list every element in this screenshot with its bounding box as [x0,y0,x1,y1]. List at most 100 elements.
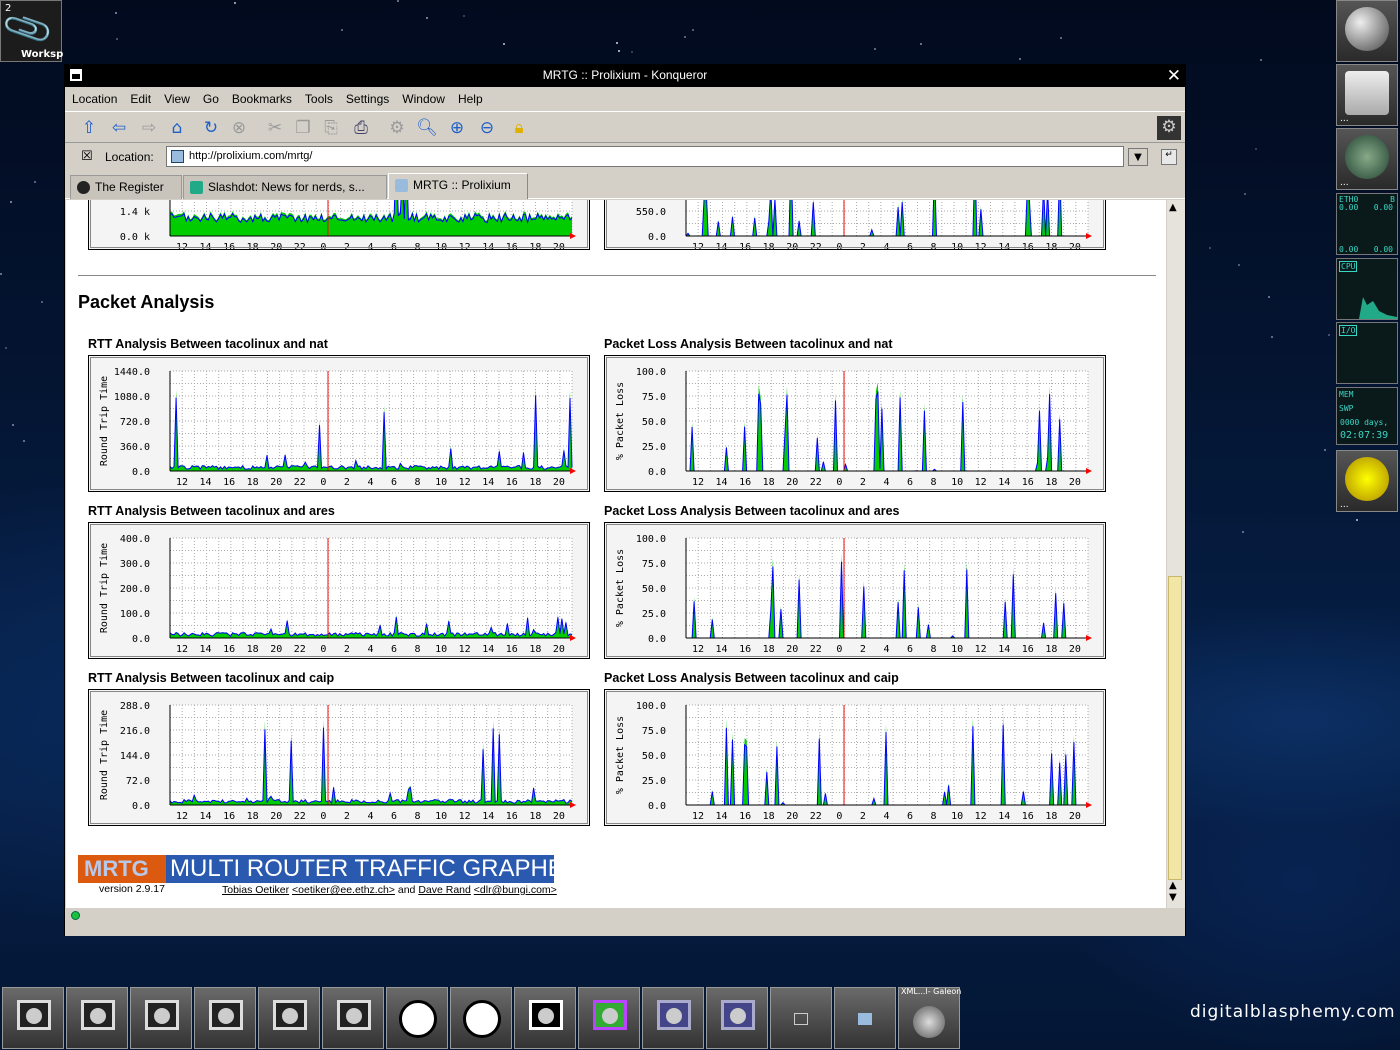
vertical-scrollbar[interactable]: ▲ ▲ ▼ [1167,200,1185,924]
workspace-pager[interactable]: 2 📎 Workspa [0,0,63,62]
menu-view[interactable]: View [157,88,196,106]
task-monitor-3[interactable] [130,987,192,1049]
go-icon[interactable]: ↵ [1161,149,1177,165]
y-tick-label: 0.0 [648,467,666,478]
scroll-thumb[interactable] [1168,576,1182,880]
x-tick-label: 18 [529,477,541,488]
author2-link[interactable]: Dave Rand [418,884,471,896]
close-icon[interactable]: ✕ [1167,66,1181,86]
clear-location-icon[interactable]: ☒ [81,149,93,164]
forward-icon[interactable]: ⇨ [137,117,161,139]
y-tick-label: 100.0 [636,701,666,712]
task-terminal[interactable] [514,987,576,1049]
url-dropdown-icon[interactable]: ▼ [1128,148,1148,166]
task-gimp-1[interactable] [642,987,704,1049]
graph-title: RTT Analysis Between tacolinux and nat [88,337,328,351]
y-tick-label: 50.0 [642,751,666,762]
x-tick-label: 10 [435,242,447,249]
menu-bookmarks[interactable]: Bookmarks [225,88,298,106]
up-icon[interactable]: ⇧ [77,117,101,139]
tab-mrtg[interactable]: MRTG :: Prolixium [388,173,528,199]
dock-tile-linux[interactable]: ... [1336,450,1398,512]
find-icon[interactable]: ⚙ [385,117,409,139]
app-icon [1345,7,1389,51]
x-tick-label: 12 [692,242,704,249]
task-clock-2[interactable] [450,987,512,1049]
y-tick-label: 0.0 k [120,232,150,243]
copy-icon[interactable]: ❐ [291,117,315,139]
x-tick-label: 14 [482,811,494,822]
x-tick-label: 12 [975,242,987,249]
tab-slashdot[interactable]: Slashdot: News for nerds, s... [183,175,387,199]
task-monitor-5[interactable] [258,987,320,1049]
x-tick-label: 16 [739,242,751,249]
menu-window[interactable]: Window [395,88,451,106]
task-monitor-2[interactable] [66,987,128,1049]
scroll-down-icon[interactable]: ▼ [1169,892,1177,903]
x-tick-label: 8 [415,242,421,249]
home-icon[interactable]: ⌂ [165,117,189,139]
task-galeon[interactable]: XML...l- Galeon [898,987,961,1049]
x-tick-label: 2 [344,811,350,822]
print-icon[interactable]: ⎙ [349,117,373,139]
dock-tile-debian[interactable] [1336,0,1398,62]
scroll-up-icon[interactable]: ▲ [1169,202,1177,213]
menu-edit[interactable]: Edit [123,88,157,106]
url-input[interactable]: http://prolixium.com/mrtg/ [166,146,1124,167]
task-clock-1[interactable] [386,987,448,1049]
author2-email-link[interactable]: <dlr@bungi.com> [474,884,557,896]
konqueror-gear-icon[interactable]: ⚙ [1157,116,1181,140]
task-window-1[interactable] [770,987,832,1049]
menu-tools[interactable]: Tools [298,88,339,106]
menu-settings[interactable]: Settings [339,88,395,106]
x-tick-label: 2 [860,644,866,655]
x-tick-label: 10 [951,644,963,655]
stop-icon[interactable]: ⊗ [227,117,251,139]
scroll-up-icon-bottom[interactable]: ▲ [1169,880,1177,891]
task-monitor-1[interactable] [2,987,64,1049]
menu-go[interactable]: Go [196,88,225,106]
x-tick-label: 12 [692,477,704,488]
tab-bar: The Register Slashdot: News for nerds, s… [65,172,1185,199]
x-tick-label: 14 [482,477,494,488]
cut-icon[interactable]: ✂ [263,117,287,139]
dock-tile-paint[interactable]: ... [1336,128,1398,190]
x-tick-label: 18 [763,811,775,822]
zoom-out-icon[interactable]: ⊖ [475,117,499,139]
y-tick-label: 25.0 [642,609,666,620]
task-gimp-2[interactable] [706,987,768,1049]
zoom-icon[interactable]: 🔍︎ [415,117,439,139]
task-monitor-6[interactable] [322,987,384,1049]
y-tick-label: 288.0 [120,701,150,712]
x-tick-label: 22 [294,811,306,822]
menu-location[interactable]: Location [65,88,123,106]
dock-tile-monitor[interactable]: ... [1336,64,1398,126]
x-tick-label: 18 [763,477,775,488]
x-tick-label: 8 [931,644,937,655]
status-bar [65,908,1185,936]
tab-the-register[interactable]: The Register [70,175,182,199]
workspace-number: 2 [5,3,12,14]
x-tick-label: 20 [553,477,565,488]
graph-bits-right: 550.00.012141618202202468101214161820Bit… [604,200,1106,253]
paste-icon[interactable]: ⎘ [319,117,343,139]
menu-help[interactable]: Help [451,88,489,106]
y-tick-label: 72.0 [126,776,150,787]
title-bar[interactable]: MRTG :: Prolixium - Konqueror ✕ [65,65,1185,87]
page-content[interactable]: Packet Analysis 1.4 k 0.0 k 12 14 16 18 20 22 0 2… [66,200,1166,908]
axis-arrow [1086,233,1092,239]
task-monitor-4[interactable] [194,987,256,1049]
task-window-2[interactable] [834,987,896,1049]
x-tick-label: 14 [716,242,728,249]
y-tick-label: 100.0 [636,534,666,545]
x-tick-label: 14 [716,644,728,655]
author1-email-link[interactable]: <oetiker@ee.ethz.ch> [292,884,395,896]
x-tick-label: 20 [270,644,282,655]
back-icon[interactable]: ⇦ [107,117,131,139]
zoom-in-icon[interactable]: ⊕ [445,117,469,139]
author1-link[interactable]: Tobias Oetiker [222,884,289,896]
reload-icon[interactable]: ↻ [199,117,223,139]
y-tick-label: 1.4 k [120,207,150,218]
task-pager[interactable] [578,987,640,1049]
x-tick-label: 14 [998,644,1010,655]
